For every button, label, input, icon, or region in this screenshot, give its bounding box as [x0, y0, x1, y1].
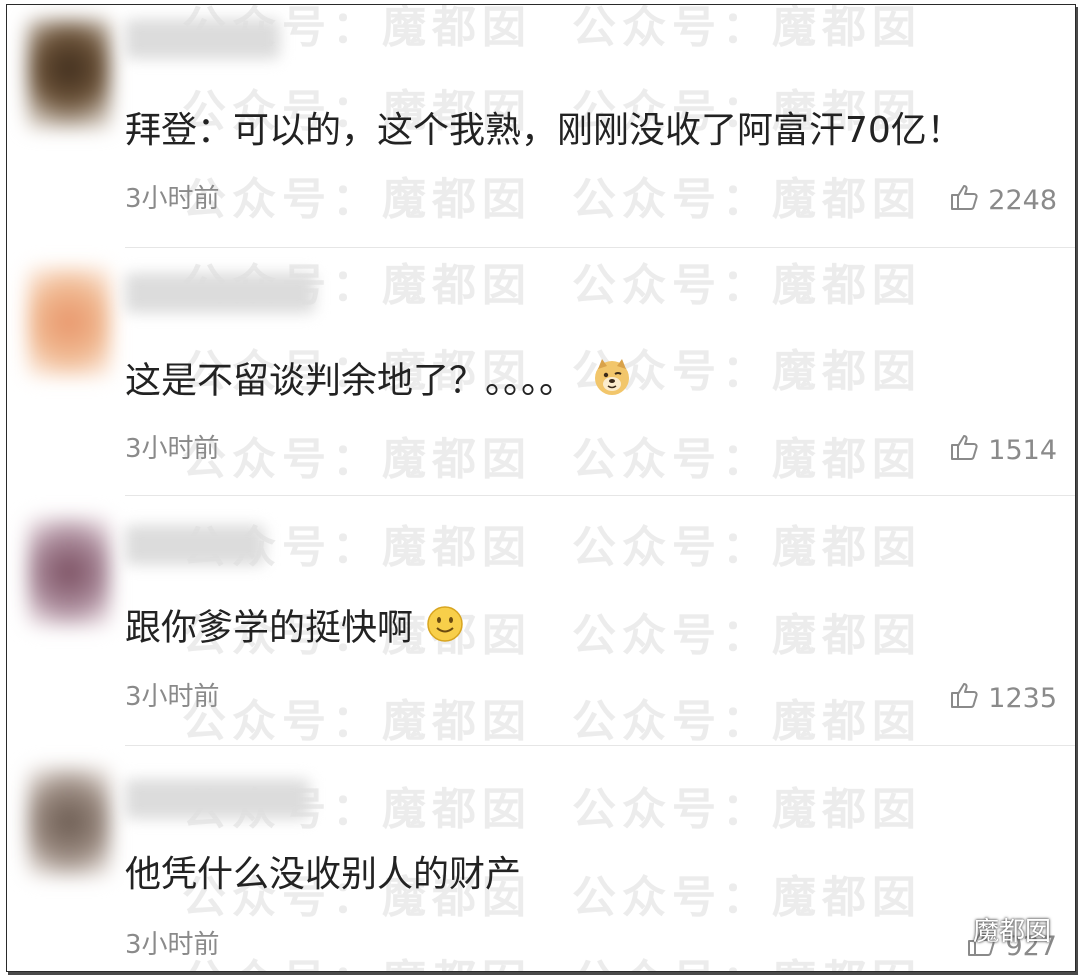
thumbs-up-icon	[950, 183, 980, 219]
comment-text: 他凭什么没收别人的财产	[125, 854, 522, 895]
avatar[interactable]	[27, 517, 111, 627]
divider	[125, 247, 1075, 248]
avatar[interactable]	[27, 767, 111, 877]
watermark-text: 公众号：魔都囡	[572, 696, 922, 747]
avatar[interactable]	[27, 267, 111, 377]
comment-time: 3小时前	[125, 682, 220, 712]
watermark-text: 公众号：魔都囡	[182, 434, 532, 485]
thumbs-up-icon	[950, 681, 980, 717]
watermark-text: 公众号：魔都囡	[572, 4, 922, 53]
watermark-text: 公众号：魔都囡	[182, 945, 532, 971]
smile-emoji-icon	[426, 605, 464, 654]
username-blurred[interactable]	[125, 779, 310, 819]
watermark-text: 公众号：魔都囡	[572, 610, 922, 661]
brand-name: 魔都囡	[972, 917, 1051, 947]
like-button[interactable]: 2248	[950, 183, 1057, 219]
like-count: 2248	[988, 185, 1057, 216]
watermark-text: 公众号：魔都囡	[572, 945, 922, 971]
comment-text-content: 跟你爹学的挺快啊	[125, 607, 414, 649]
watermark-text: 公众号：魔都囡	[572, 174, 922, 225]
comment-text: 跟你爹学的挺快啊	[125, 605, 464, 654]
comment-text: 拜登：可以的，这个我熟，刚刚没收了阿富汗70亿！	[125, 110, 963, 151]
like-count: 1235	[988, 683, 1057, 714]
username-blurred[interactable]	[125, 273, 315, 313]
watermark-text: 公众号：魔都囡	[572, 522, 922, 573]
doge-emoji-icon	[592, 357, 632, 408]
watermark-text: 公众号：魔都囡	[572, 872, 922, 923]
like-button[interactable]: 1514	[950, 433, 1057, 469]
like-count: 1514	[988, 435, 1057, 466]
divider	[125, 745, 1075, 746]
comment-text: 这是不留谈判余地了？。。。。	[125, 357, 632, 408]
watermark-text: 公众号：魔都囡	[182, 696, 532, 747]
avatar[interactable]	[27, 19, 111, 129]
comment-text-content: 这是不留谈判余地了？。。。。	[125, 360, 576, 402]
comment-time: 3小时前	[125, 434, 220, 464]
watermark-text: 公众号：魔都囡	[572, 784, 922, 835]
comment-screenshot: 公众号：魔都囡 公众号：魔都囡 公众号：魔都囡 公众号：魔都囡 公众号：魔都囡 …	[6, 4, 1076, 972]
thumbs-up-icon	[950, 433, 980, 469]
comment-time: 3小时前	[125, 930, 220, 960]
watermark-text: 公众号：魔都囡	[572, 434, 922, 485]
comment-time: 3小时前	[125, 184, 220, 214]
watermark-text: 公众号：魔都囡	[182, 174, 532, 225]
brand-watermark: 魔都囡	[925, 910, 1051, 949]
divider	[125, 495, 1075, 496]
watermark-text: 公众号：魔都囡	[572, 260, 922, 311]
wechat-icon	[925, 910, 965, 949]
like-button[interactable]: 1235	[950, 681, 1057, 717]
username-blurred[interactable]	[125, 19, 280, 59]
username-blurred[interactable]	[125, 525, 265, 565]
